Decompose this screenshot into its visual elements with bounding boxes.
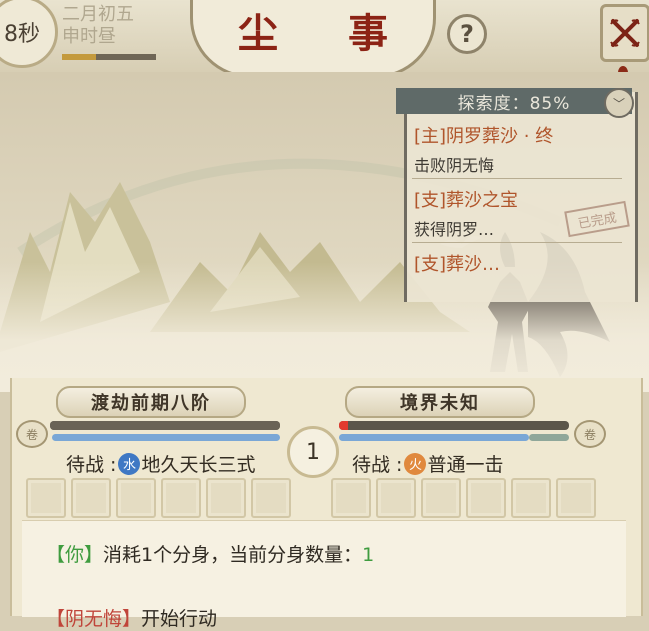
enemy-waiting-label: 待战 : xyxy=(352,454,403,476)
log-line: 【阴无悔】开始行动 xyxy=(46,604,217,631)
enemy-skill-slot[interactable] xyxy=(556,478,596,518)
timer-text: 8秒 xyxy=(4,22,40,47)
quest-item-desc: 获得阴罗… xyxy=(414,220,495,239)
player-skill-slot[interactable] xyxy=(206,478,246,518)
player-realm-label: 渡劫前期八阶 xyxy=(91,393,211,414)
date-line-2: 申时昼 xyxy=(62,26,116,47)
close-icon xyxy=(610,19,640,47)
page-title: 尘 事 xyxy=(238,10,416,57)
divider xyxy=(412,178,622,179)
enemy-skill-slot[interactable] xyxy=(511,478,551,518)
player-skill-slot[interactable] xyxy=(251,478,291,518)
player-hp-fill xyxy=(50,421,280,430)
log-line: 【你】消耗1个分身，当前分身数量：1 xyxy=(46,540,374,567)
enemy-skill-slot[interactable] xyxy=(466,478,506,518)
close-button[interactable] xyxy=(600,4,649,62)
quest-item-title[interactable]: [支]葬沙… xyxy=(414,250,500,276)
player-mana-bar xyxy=(52,434,280,441)
fire-element-icon: 火 xyxy=(404,452,427,475)
countdown-timer: 8秒 xyxy=(0,0,58,68)
player-waiting-label: 待战 : xyxy=(66,454,117,476)
help-button[interactable]: ? xyxy=(447,14,487,54)
player-skill-slot[interactable] xyxy=(71,478,111,518)
time-progress-fill xyxy=(62,54,96,60)
exploration-label: 探索度：85% xyxy=(457,93,571,114)
enemy-skill: 普通一击 xyxy=(427,454,504,476)
divider xyxy=(412,242,622,243)
enemy-skill-slot[interactable] xyxy=(376,478,416,518)
title-plaque: 尘 事 xyxy=(190,0,436,78)
player-hp-bar xyxy=(50,421,280,430)
player-skill-slot[interactable] xyxy=(161,478,201,518)
log-actor-you: 【你】 xyxy=(46,544,104,566)
enemy-mana-bar xyxy=(339,434,529,441)
enemy-mana-bar-end xyxy=(529,434,569,441)
player-skill-slot[interactable] xyxy=(116,478,156,518)
battle-log xyxy=(22,520,626,617)
log-text: 开始行动 xyxy=(141,608,218,630)
help-icon: ? xyxy=(460,20,474,48)
player-skill: 地久天长三式 xyxy=(141,454,256,476)
date-line-1: 二月初五 xyxy=(62,4,134,25)
collapse-toggle[interactable]: ﹀ xyxy=(604,88,634,118)
enemy-skill-slot[interactable] xyxy=(331,478,371,518)
round-counter: 1 xyxy=(287,426,339,478)
log-value: 1 xyxy=(362,544,375,566)
log-text: 消耗1个分身，当前分身数量： xyxy=(103,544,363,566)
player-realm: 渡劫前期八阶 xyxy=(56,386,246,418)
enemy-realm-label: 境界未知 xyxy=(400,393,480,414)
quest-item-title[interactable]: [支]葬沙之宝 xyxy=(414,186,518,212)
log-actor-enemy: 【阴无悔】 xyxy=(46,608,142,630)
round-number: 1 xyxy=(306,439,320,465)
quest-item-title[interactable]: [主]阴罗葬沙 · 终 xyxy=(414,122,553,148)
top-bar: 8秒 二月初五 申时昼 尘 事 ? xyxy=(0,0,649,78)
player-waiting: 待战 : 水 地久天长三式 xyxy=(66,450,255,477)
game-date: 二月初五 申时昼 xyxy=(62,4,134,48)
enemy-scroll-icon[interactable]: 卷 xyxy=(574,420,606,448)
enemy-skill-slot[interactable] xyxy=(421,478,461,518)
quest-item-desc: 击败阴无悔 xyxy=(414,156,495,175)
exploration-banner: 探索度：85% xyxy=(396,88,632,114)
player-scroll-icon[interactable]: 卷 xyxy=(16,420,48,448)
player-skill-slot[interactable] xyxy=(26,478,66,518)
chevron-down-icon: ﹀ xyxy=(612,96,625,111)
enemy-waiting: 待战 : 火 普通一击 xyxy=(352,450,503,477)
time-progress-bar xyxy=(62,54,156,60)
water-element-icon: 水 xyxy=(118,452,141,475)
enemy-realm: 境界未知 xyxy=(345,386,535,418)
enemy-hp-bar xyxy=(339,421,569,430)
enemy-hp-fill xyxy=(339,421,349,430)
